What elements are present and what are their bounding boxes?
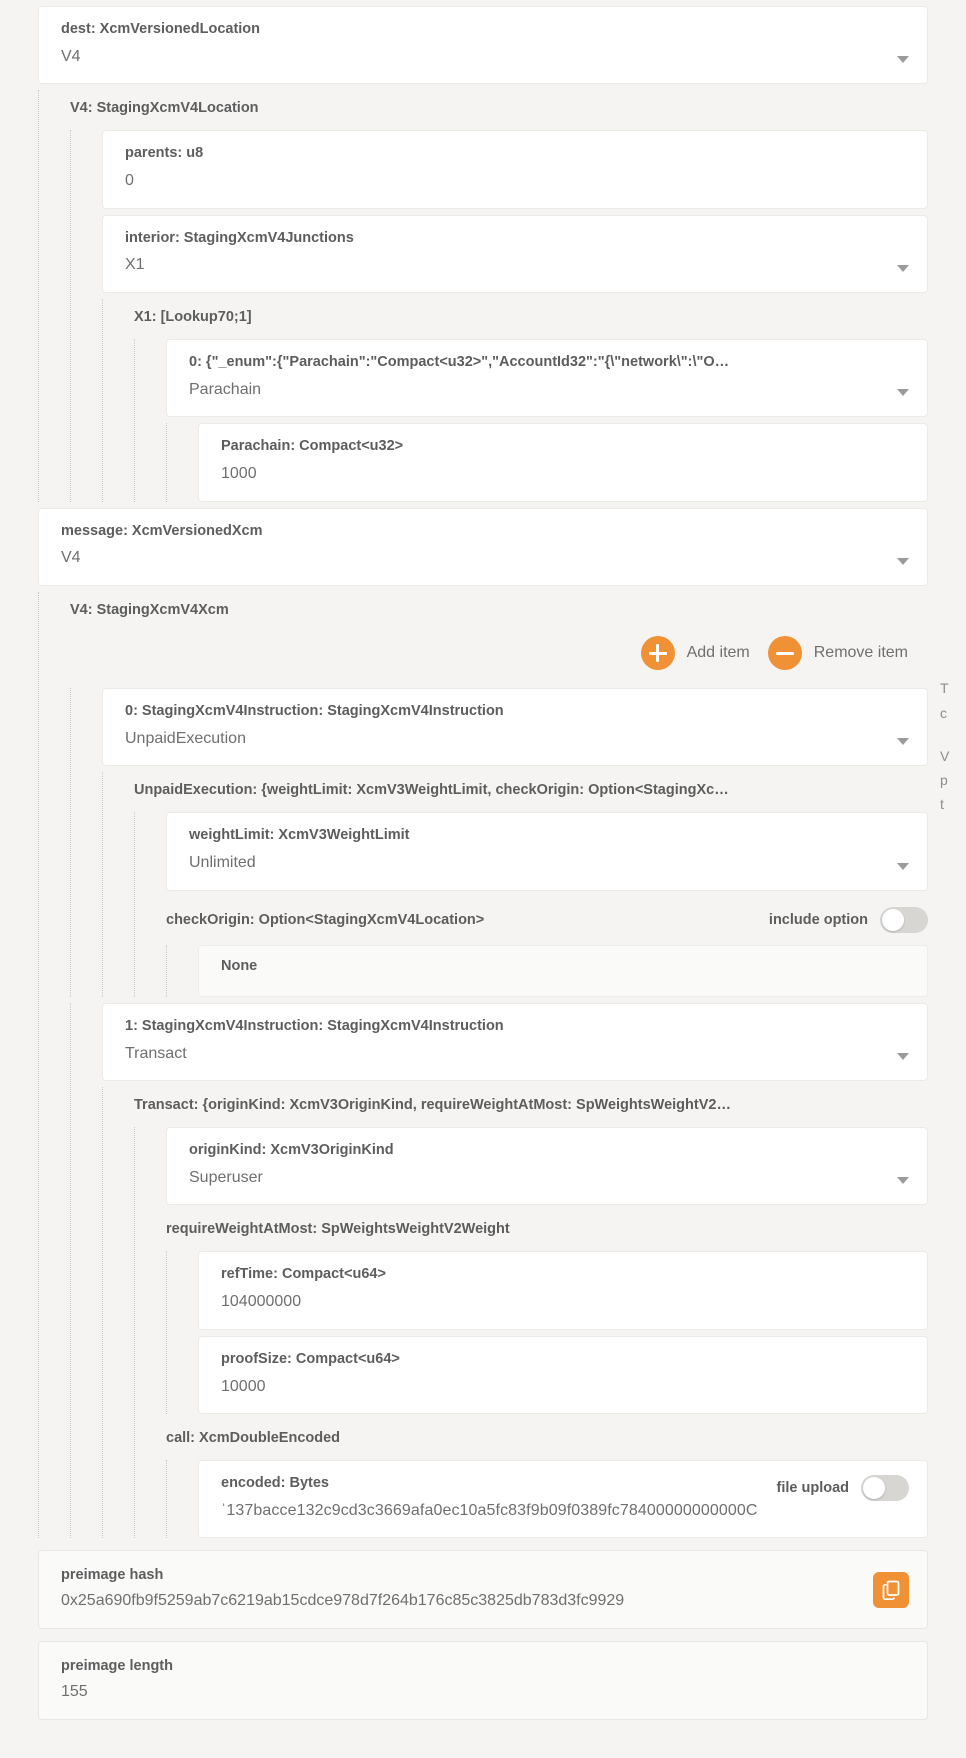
extrinsic-parameter-builder: dest: XcmVersionedLocation V4 V4: Stagin… (0, 0, 966, 1758)
message-v4-nest: V4: StagingXcmV4Xcm Add item Remove item (38, 592, 928, 1539)
dest-v4-fields-nest: parents: u8 0 interior: StagingXcmV4Junc… (70, 130, 928, 503)
parents-value: 0 (125, 172, 134, 190)
junction-label: 0: {"_enum":{"Parachain":"Compact<u32>",… (189, 354, 730, 371)
include-option-toggle-group: include option (768, 906, 928, 933)
preimage-hash-panel: preimage hash 0x25a690fb9f5259ab7c6219ab… (38, 1550, 928, 1630)
copy-icon[interactable] (873, 1571, 909, 1608)
check-origin-label: checkOrigin: Option<StagingXcmV4Location… (166, 911, 485, 928)
weight-limit-label: weightLimit: XcmV3WeightLimit (189, 827, 410, 844)
file-upload-toggle[interactable] (861, 1475, 909, 1502)
preimage-length-label: preimage length (61, 1658, 173, 1675)
unpaid-execution-section-label: UnpaidExecution: {weightLimit: XcmV3Weig… (134, 782, 729, 799)
interior-field[interactable]: interior: StagingXcmV4Junctions X1 (102, 214, 928, 294)
junction-field[interactable]: 0: {"_enum":{"Parachain":"Compact<u32>",… (166, 339, 928, 418)
junction-nest: 0: {"_enum":{"Parachain":"Compact<u32>",… (134, 339, 928, 503)
proof-size-label: proofSize: Compact<u64> (221, 1350, 400, 1367)
message-field[interactable]: message: XcmVersionedXcm V4 (38, 507, 928, 587)
chevron-down-icon[interactable] (897, 389, 909, 397)
parachain-label: Parachain: Compact<u32> (221, 438, 404, 455)
chevron-down-icon[interactable] (897, 738, 909, 746)
origin-kind-field[interactable]: originKind: XcmV3OriginKind Superuser (166, 1127, 928, 1206)
remove-item-label: Remove item (813, 644, 908, 662)
preimage-hash-value: 0x25a690fb9f5259ab7c6219ab15cdce978d7f26… (61, 1592, 625, 1610)
dest-value: V4 (61, 47, 81, 65)
chevron-down-icon[interactable] (897, 56, 909, 64)
dest-label: dest: XcmVersionedLocation (61, 21, 261, 37)
chevron-down-icon[interactable] (897, 265, 909, 273)
unpaid-execution-fields-nest: weightLimit: XcmV3WeightLimit Unlimited … (134, 812, 928, 998)
chevron-down-icon[interactable] (897, 862, 909, 870)
right-fragment-4: p (940, 772, 948, 788)
include-option-label: include option (768, 911, 868, 928)
instruction-1-field[interactable]: 1: StagingXcmV4Instruction: StagingXcmV4… (102, 1002, 928, 1082)
right-fragment-3: V (940, 748, 950, 764)
unpaid-execution-nest: UnpaidExecution: {weightLimit: XcmV3Weig… (102, 772, 928, 998)
junction-value: Parachain (189, 380, 262, 398)
check-origin-row: checkOrigin: Option<StagingXcmV4Location… (166, 897, 928, 941)
origin-kind-value: Superuser (189, 1168, 263, 1186)
item-actions-bar: Add item Remove item (70, 626, 928, 682)
instruction-1-label: 1: StagingXcmV4Instruction: StagingXcmV4… (125, 1017, 504, 1034)
transact-section-label: Transact: {originKind: XcmV3OriginKind, … (134, 1097, 731, 1114)
preimage-hash-label: preimage hash (61, 1567, 164, 1584)
proof-size-field[interactable]: proofSize: Compact<u64> 10000 (198, 1335, 928, 1415)
interior-value: X1 (125, 256, 145, 274)
plus-icon (640, 636, 675, 671)
dest-group: dest: XcmVersionedLocation V4 V4: Stagin… (38, 6, 928, 1539)
check-origin-none-nest: None (166, 944, 928, 997)
minus-icon (767, 636, 802, 671)
instruction-1-nest: 1: StagingXcmV4Instruction: StagingXcmV4… (70, 1002, 928, 1539)
parents-field[interactable]: parents: u8 0 (102, 130, 928, 209)
x1-nest: X1: [Lookup70;1] 0: {"_enum":{"Parachain… (102, 299, 928, 503)
right-fragment-5: t (940, 796, 944, 812)
encoded-nest: encoded: Bytes file upload ˈ137bacce132c… (166, 1460, 928, 1539)
parachain-nest: Parachain: Compact<u32> 1000 (166, 423, 928, 503)
parachain-value: 1000 (221, 465, 257, 483)
origin-kind-label: originKind: XcmV3OriginKind (189, 1142, 394, 1159)
file-upload-label: file upload (776, 1480, 850, 1497)
chevron-down-icon[interactable] (897, 1177, 909, 1185)
preimage-length-panel: preimage length 155 (38, 1641, 928, 1721)
instruction-0-value: UnpaidExecution (125, 729, 246, 747)
right-fragment-2: c (940, 705, 947, 721)
transact-nest: Transact: {originKind: XcmV3OriginKind, … (102, 1087, 928, 1539)
require-weight-nest: refTime: Compact<u64> 104000000 proofSiz… (166, 1251, 928, 1415)
encoded-value: ˈ137bacce132c9cd3c3669afa0ec10a5fc83f9b0… (221, 1501, 758, 1519)
instruction-1-value: Transact (125, 1044, 187, 1062)
include-option-toggle[interactable] (880, 906, 928, 933)
require-weight-section-label: requireWeightAtMost: SpWeightsWeightV2We… (166, 1221, 510, 1238)
message-v4-section-label: V4: StagingXcmV4Xcm (70, 602, 229, 619)
instruction-0-nest: 0: StagingXcmV4Instruction: StagingXcmV4… (70, 688, 928, 998)
dest-field[interactable]: dest: XcmVersionedLocation V4 (38, 6, 928, 85)
proof-size-value: 10000 (221, 1377, 266, 1395)
file-upload-toggle-group: file upload (776, 1475, 909, 1502)
right-fragment-1: T (940, 680, 949, 696)
ref-time-field[interactable]: refTime: Compact<u64> 104000000 (198, 1251, 928, 1330)
parachain-field[interactable]: Parachain: Compact<u32> 1000 (198, 423, 928, 502)
check-origin-none-box: None (198, 944, 928, 997)
remove-item-button[interactable]: Remove item (767, 636, 908, 671)
parents-label: parents: u8 (125, 145, 204, 162)
interior-label: interior: StagingXcmV4Junctions (125, 229, 354, 246)
preimage-length-value: 155 (61, 1683, 88, 1701)
ref-time-value: 104000000 (221, 1293, 302, 1311)
x1-section-label: X1: [Lookup70;1] (134, 309, 252, 326)
chevron-down-icon[interactable] (897, 1053, 909, 1061)
ref-time-label: refTime: Compact<u64> (221, 1266, 386, 1283)
dest-v4-section-label: V4: StagingXcmV4Location (70, 100, 259, 117)
message-label: message: XcmVersionedXcm (61, 522, 263, 539)
add-item-label: Add item (686, 644, 750, 662)
check-origin-none-value: None (221, 957, 258, 974)
call-section-label: call: XcmDoubleEncoded (166, 1430, 341, 1447)
add-item-button[interactable]: Add item (640, 636, 750, 671)
instruction-0-field[interactable]: 0: StagingXcmV4Instruction: StagingXcmV4… (102, 688, 928, 767)
weight-limit-value: Unlimited (189, 854, 256, 872)
transact-fields-nest: originKind: XcmV3OriginKind Superuser re… (134, 1127, 928, 1539)
message-value: V4 (61, 549, 81, 567)
instruction-0-label: 0: StagingXcmV4Instruction: StagingXcmV4… (125, 703, 504, 720)
weight-limit-field[interactable]: weightLimit: XcmV3WeightLimit Unlimited (166, 812, 928, 891)
encoded-field[interactable]: encoded: Bytes file upload ˈ137bacce132c… (198, 1460, 928, 1539)
dest-v4-nest: V4: StagingXcmV4Location parents: u8 0 i… (38, 90, 928, 503)
chevron-down-icon[interactable] (897, 558, 909, 566)
